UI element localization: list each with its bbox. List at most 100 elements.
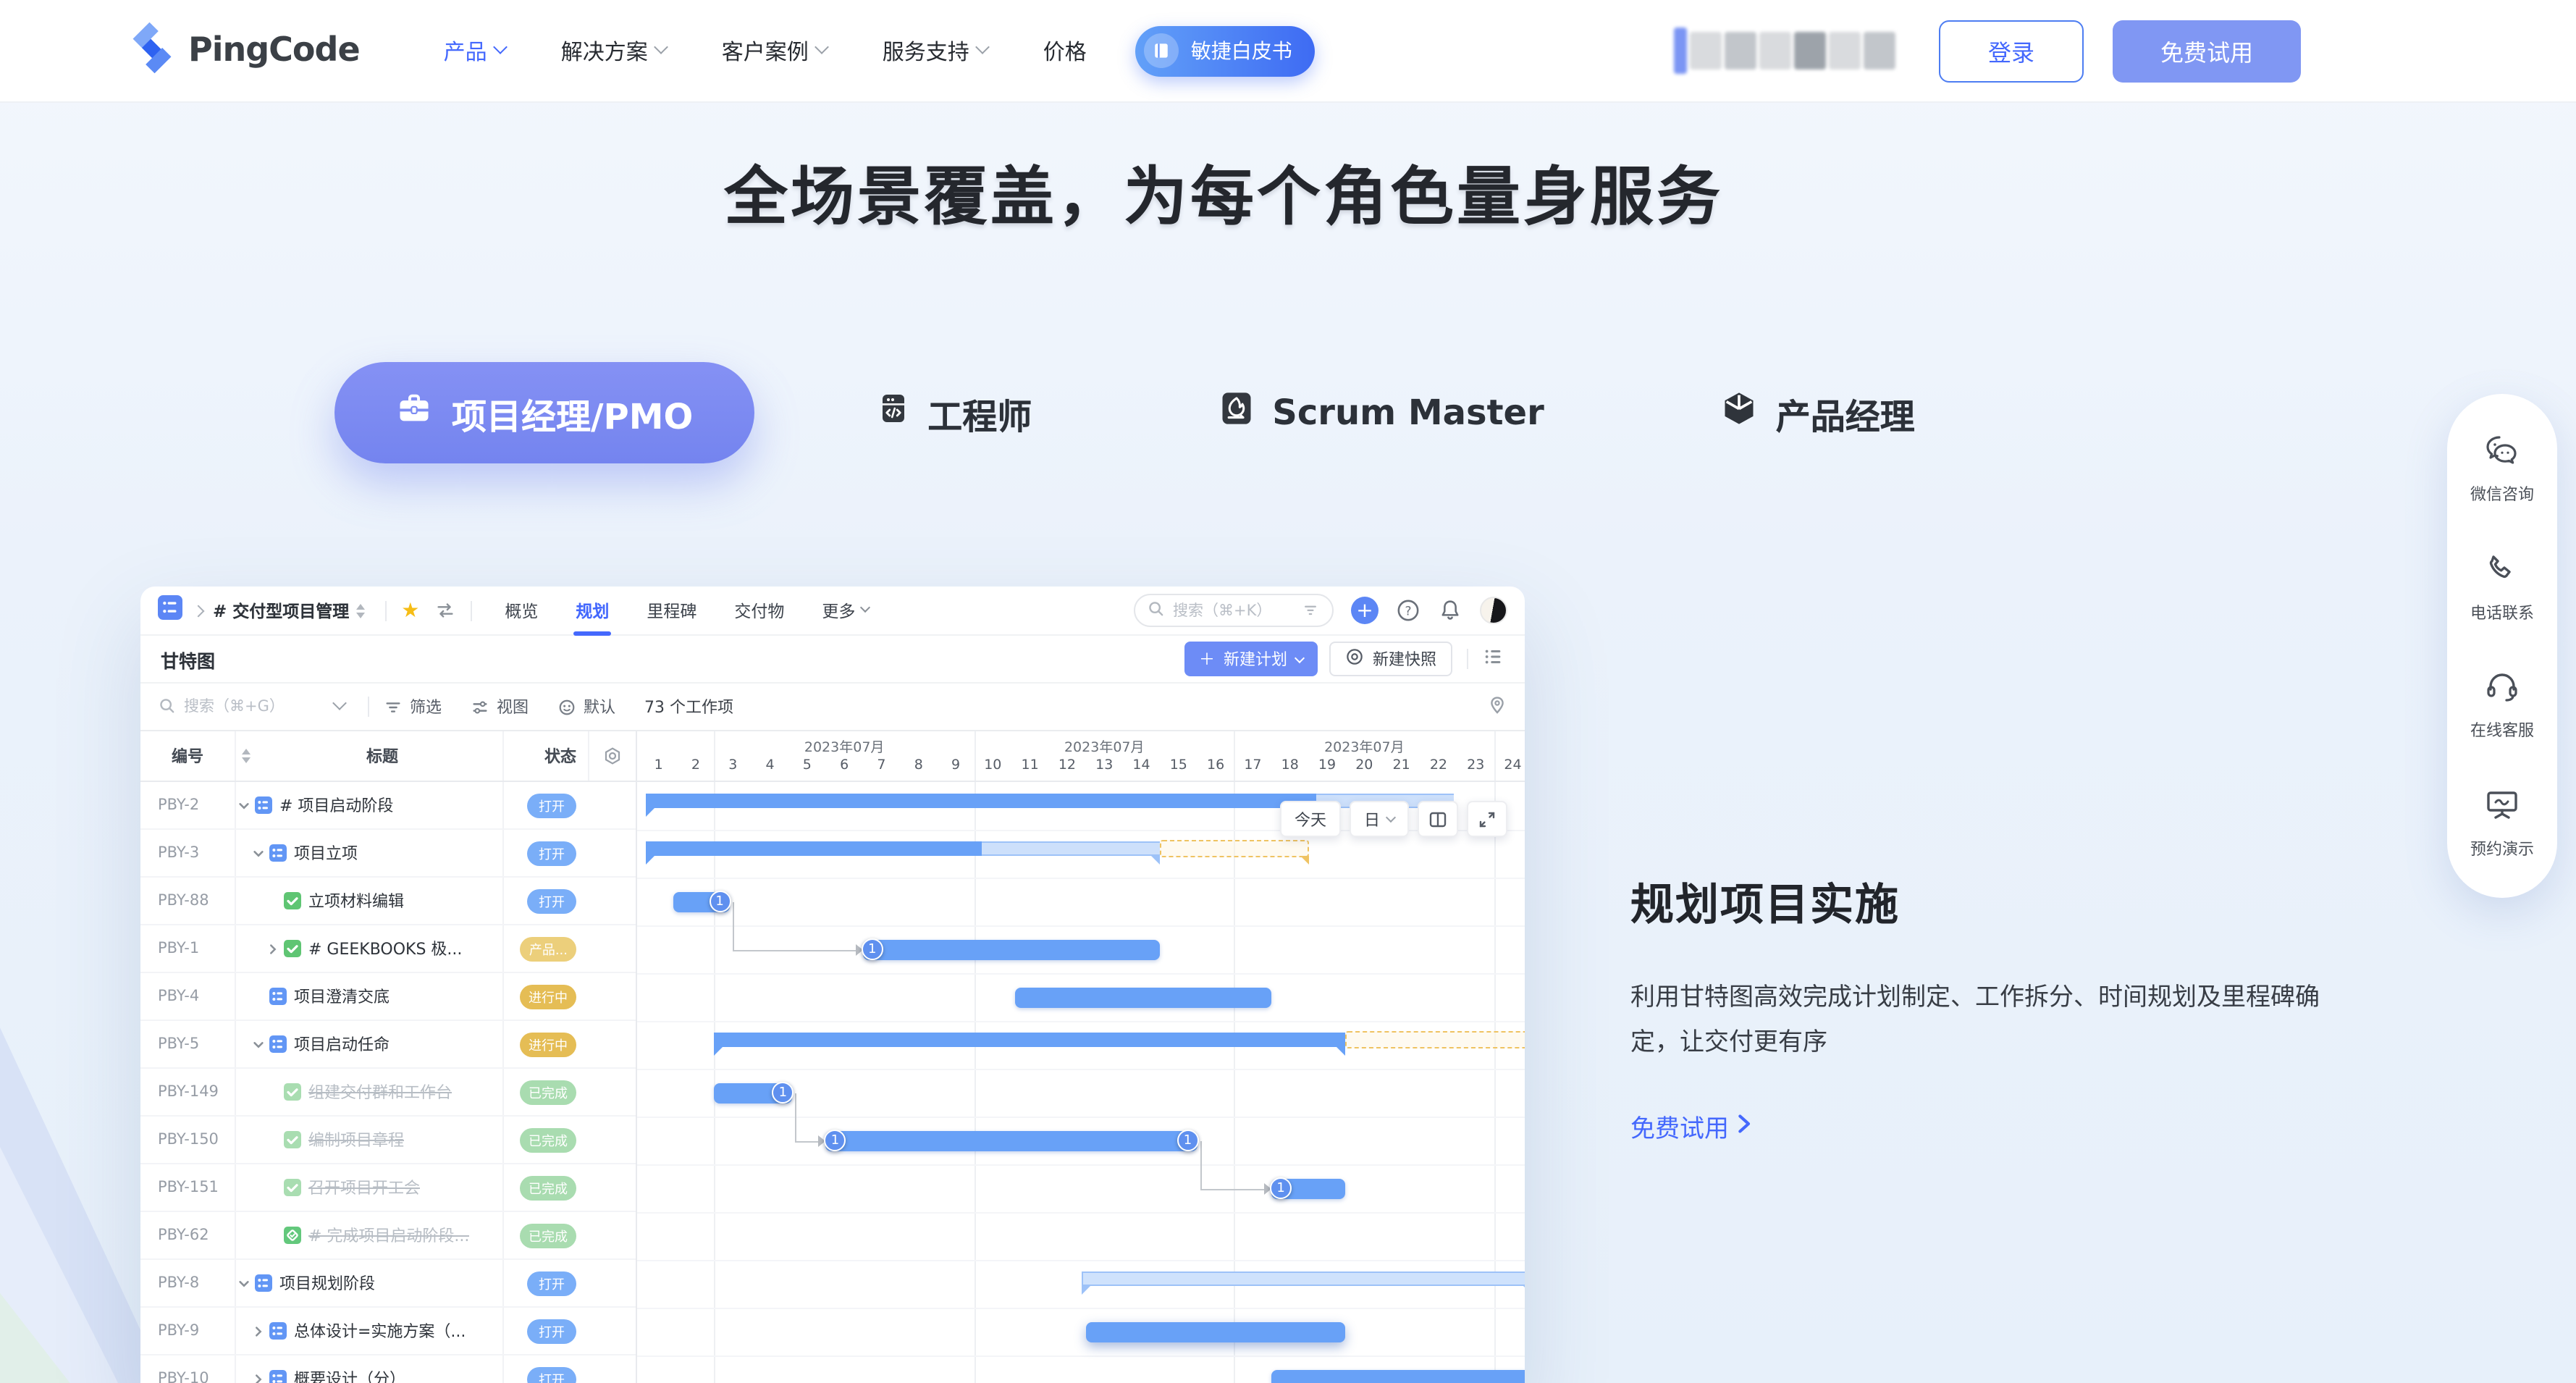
fullscreen-button[interactable] xyxy=(1467,801,1507,837)
view-settings-button[interactable]: 视图 xyxy=(471,695,529,718)
breadcrumb[interactable]: # 交付型项目管理 xyxy=(213,599,349,622)
split-view-button[interactable] xyxy=(1418,801,1458,837)
login-button[interactable]: 登录 xyxy=(1939,20,2084,82)
assignee-avatar[interactable]: 1 xyxy=(1177,1130,1199,1151)
favorite-star-icon[interactable]: ★ xyxy=(401,600,419,621)
role-tab-项目经理/PMO[interactable]: 项目经理/PMO xyxy=(334,362,754,463)
status-badge[interactable]: 打开 xyxy=(527,888,576,913)
chevron-down-icon[interactable] xyxy=(235,799,252,812)
status-badge[interactable]: 产品... xyxy=(521,936,576,961)
table-row[interactable]: PBY-5项目启动任命进行中 xyxy=(140,1021,636,1069)
gantt-bar[interactable] xyxy=(1015,987,1271,1007)
nav-item-服务支持[interactable]: 服务支持 xyxy=(883,35,988,66)
help-icon[interactable]: ? xyxy=(1396,598,1420,623)
sort-icon[interactable] xyxy=(235,749,264,763)
add-button[interactable]: + xyxy=(1351,597,1379,624)
switch-project-icon[interactable] xyxy=(356,603,365,618)
gantt-row-line xyxy=(637,1260,1525,1261)
project-folder-icon[interactable] xyxy=(158,595,182,626)
assignee-avatar[interactable]: 1 xyxy=(709,891,731,912)
status-badge[interactable]: 打开 xyxy=(527,1366,576,1383)
role-tab-产品经理[interactable]: 产品经理 xyxy=(1721,387,1915,438)
table-row[interactable]: PBY-150编制项目章程已完成 xyxy=(140,1117,636,1164)
gantt-summary-bar[interactable] xyxy=(646,794,1316,808)
logo[interactable]: PingCode xyxy=(130,22,360,80)
column-header-id[interactable]: 编号 xyxy=(140,744,235,768)
status-badge[interactable]: 进行中 xyxy=(520,1032,576,1056)
column-header-status[interactable]: 状态 xyxy=(501,744,588,768)
tab-概览[interactable]: 概览 xyxy=(505,587,538,635)
chevron-right-icon[interactable] xyxy=(249,1324,266,1337)
table-row[interactable]: PBY-88立项材料编辑打开 xyxy=(140,878,636,925)
table-row[interactable]: PBY-149组建交付群和工作台已完成 xyxy=(140,1069,636,1117)
table-row[interactable]: PBY-3项目立项打开 xyxy=(140,830,636,878)
search-input[interactable] xyxy=(1173,602,1295,619)
assignee-avatar[interactable]: 1 xyxy=(862,938,883,960)
free-trial-link[interactable]: 免费试用 xyxy=(1630,1108,1752,1144)
contact-item-在线客服[interactable]: 在线客服 xyxy=(2470,668,2534,742)
nav-item-产品[interactable]: 产品 xyxy=(444,35,506,66)
today-button[interactable]: 今天 xyxy=(1280,801,1341,837)
global-search[interactable] xyxy=(1134,594,1334,627)
time-unit-button[interactable]: 日 xyxy=(1350,801,1409,837)
status-badge[interactable]: 打开 xyxy=(527,841,576,865)
chevron-right-icon[interactable] xyxy=(249,1372,266,1383)
default-view-button[interactable]: 默认 xyxy=(557,695,615,718)
table-row[interactable]: PBY-2# 项目启动阶段打开 xyxy=(140,782,636,830)
gantt-bar[interactable] xyxy=(863,939,1160,959)
contact-item-预约演示[interactable]: 预约演示 xyxy=(2470,786,2534,860)
user-avatar[interactable] xyxy=(1480,597,1507,624)
status-badge[interactable]: 已完成 xyxy=(520,1080,576,1104)
notifications-bell-icon[interactable] xyxy=(1438,598,1462,623)
contact-item-电话联系[interactable]: 电话联系 xyxy=(2470,550,2534,623)
status-badge[interactable]: 已完成 xyxy=(520,1127,576,1152)
status-badge[interactable]: 打开 xyxy=(527,1319,576,1343)
column-header-title[interactable]: 标题 xyxy=(264,744,501,768)
tab-规划[interactable]: 规划 xyxy=(576,587,609,635)
table-row[interactable]: PBY-62# 完成项目启动阶段...已完成 xyxy=(140,1212,636,1260)
gantt-bar[interactable] xyxy=(1271,1369,1525,1383)
swap-icon[interactable] xyxy=(434,600,455,621)
filter-button[interactable]: 筛选 xyxy=(384,695,442,718)
tab-里程碑[interactable]: 里程碑 xyxy=(647,587,696,635)
gantt-bar[interactable] xyxy=(826,1130,1197,1151)
locate-pin-icon[interactable] xyxy=(1487,693,1507,720)
search-filter-icon[interactable] xyxy=(1302,597,1319,624)
nav-item-解决方案[interactable]: 解决方案 xyxy=(561,35,667,66)
status-badge[interactable]: 进行中 xyxy=(520,984,576,1009)
nav-item-客户案例[interactable]: 客户案例 xyxy=(722,35,828,66)
role-tab-Scrum Master[interactable]: Scrum Master xyxy=(1217,390,1544,436)
table-row[interactable]: PBY-1# GEEKBOOKS 极...产品... xyxy=(140,925,636,973)
table-row[interactable]: PBY-10概要设计（分）打开 xyxy=(140,1355,636,1383)
nav-item-价格[interactable]: 价格 xyxy=(1043,35,1087,66)
table-settings-gear-icon[interactable] xyxy=(588,731,636,781)
chevron-down-icon[interactable] xyxy=(235,1277,252,1290)
status-badge[interactable]: 打开 xyxy=(527,1271,576,1295)
free-trial-button[interactable]: 免费试用 xyxy=(2113,20,2301,82)
tab-交付物[interactable]: 交付物 xyxy=(734,587,784,635)
whitepaper-button[interactable]: 敏捷白皮书 xyxy=(1136,25,1316,76)
status-badge[interactable]: 已完成 xyxy=(520,1175,576,1200)
list-settings-icon[interactable] xyxy=(1483,645,1504,673)
chevron-down-icon[interactable] xyxy=(332,696,347,710)
table-row[interactable]: PBY-8项目规划阶段打开 xyxy=(140,1260,636,1308)
table-row[interactable]: PBY-4项目澄清交底进行中 xyxy=(140,973,636,1021)
chevron-down-icon[interactable] xyxy=(249,846,266,859)
chevron-down-icon[interactable] xyxy=(249,1038,266,1051)
table-row[interactable]: PBY-151召开项目开工会已完成 xyxy=(140,1164,636,1212)
role-tab-工程师[interactable]: 工程师 xyxy=(875,387,1032,438)
new-snapshot-button[interactable]: 新建快照 xyxy=(1329,642,1452,676)
status-badge[interactable]: 已完成 xyxy=(520,1223,576,1248)
chevron-right-icon[interactable] xyxy=(264,942,281,955)
gantt-summary-bar[interactable] xyxy=(646,841,982,856)
status-badge[interactable]: 打开 xyxy=(527,793,576,817)
gantt-summary-bar[interactable] xyxy=(715,1033,1346,1047)
gantt-search-input[interactable] xyxy=(184,698,334,715)
assignee-avatar[interactable]: 1 xyxy=(1270,1177,1292,1199)
new-plan-button[interactable]: ＋ 新建计划 xyxy=(1184,642,1318,676)
gantt-summary-bar[interactable] xyxy=(1082,1271,1525,1286)
gantt-bar[interactable] xyxy=(1086,1321,1346,1342)
tab-更多[interactable]: 更多 xyxy=(822,587,868,635)
table-row[interactable]: PBY-9总体设计=实施方案（...打开 xyxy=(140,1308,636,1355)
contact-item-微信咨询[interactable]: 微信咨询 xyxy=(2470,432,2534,505)
